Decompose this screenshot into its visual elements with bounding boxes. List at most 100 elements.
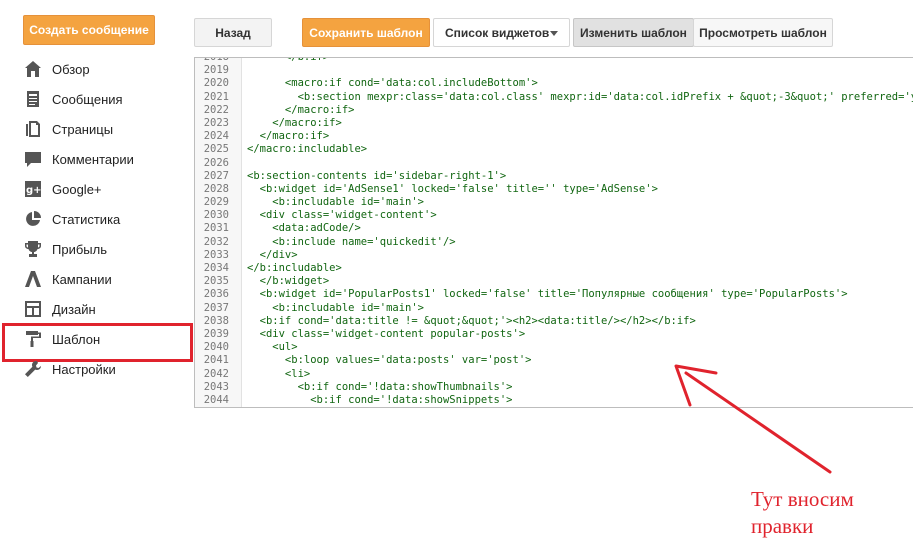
sidebar-item-overview[interactable]: Обзор	[0, 54, 190, 84]
template-code-editor[interactable]: 2018 </b:if> 2019 2020 <macro:if cond='dat…	[194, 57, 913, 408]
code-text: <div class='widget-content'>	[247, 209, 437, 222]
wrench-icon	[23, 359, 43, 379]
sidebar-item-stats[interactable]: Статистика	[0, 204, 190, 234]
code-text: <b:widget id='PopularPosts1' locked='fal…	[247, 288, 848, 301]
code-line: 2041 <b:loop values='data:posts' var='po…	[195, 354, 913, 367]
pages-icon	[23, 119, 43, 139]
code-text: <b:includable id='main'>	[247, 301, 425, 314]
save-template-button[interactable]: Сохранить шаблон	[302, 18, 430, 47]
line-number: 2022	[203, 103, 229, 116]
code-text: <ul>	[247, 341, 298, 354]
code-line: 2033 </div>	[195, 249, 913, 262]
line-number: 2036	[203, 288, 229, 301]
svg-text:g+: g+	[26, 185, 42, 196]
code-text: <b:if cond='data:title != &quot;&quot;'>…	[247, 314, 696, 327]
line-number: 2032	[203, 235, 229, 248]
line-number: 2042	[203, 367, 229, 380]
line-number: 2030	[203, 209, 229, 222]
code-area[interactable]: 2018 </b:if> 2019 2020 <macro:if cond='dat…	[195, 57, 913, 407]
code-text: </macro:includable>	[247, 143, 368, 156]
annotation-note: Тут вносим правки	[751, 486, 854, 540]
sidebar-item-label: Комментарии	[52, 151, 134, 167]
line-number: 2027	[203, 169, 229, 182]
code-line: 2032 <b:include name='quickedit'/>	[195, 236, 913, 249]
line-number: 2033	[203, 248, 229, 261]
code-line: 2026	[195, 157, 913, 170]
code-line: 2027 <b:section-contents id='sidebar-righ…	[195, 170, 913, 183]
code-line: 2018 </b:if>	[195, 57, 913, 64]
code-line: 2043 <b:if cond='!data:showThumbnails'>	[195, 381, 913, 394]
sidebar-item-google-plus[interactable]: g+ Google+	[0, 174, 190, 204]
chevron-down-icon	[550, 31, 558, 36]
stats-pie-icon	[23, 209, 43, 229]
home-icon	[23, 59, 43, 79]
line-number: 2023	[203, 116, 229, 129]
code-text: </macro:if>	[247, 103, 355, 116]
code-line: 2044 <b:if cond='!data:showSnippets'>	[195, 394, 913, 407]
code-text: <data:adCode/>	[247, 222, 361, 235]
code-text: <b:widget id='AdSense1' locked='false' t…	[247, 182, 658, 195]
sidebar-item-layout[interactable]: Дизайн	[0, 294, 190, 324]
line-number: 2044	[203, 393, 229, 406]
google-plus-icon: g+	[23, 179, 43, 199]
line-number: 2035	[203, 275, 229, 288]
edit-template-button[interactable]: Изменить шаблон	[573, 18, 694, 47]
trophy-icon	[23, 239, 43, 259]
annotation-line-1: Тут вносим	[751, 487, 854, 511]
code-text: <li>	[247, 367, 311, 380]
code-line: 2025 </macro:includable>	[195, 143, 913, 156]
code-text: </div>	[247, 248, 298, 261]
line-number: 2028	[203, 182, 229, 195]
code-line: 2024 </macro:if>	[195, 130, 913, 143]
line-number: 2037	[203, 301, 229, 314]
preview-template-button[interactable]: Просмотреть шаблон	[693, 18, 833, 47]
line-number: 2026	[203, 156, 229, 169]
line-number: 2040	[203, 341, 229, 354]
sidebar-item-label: Статистика	[52, 211, 121, 227]
sidebar-item-label: Кампании	[52, 271, 112, 287]
code-text: </macro:if>	[247, 130, 330, 143]
campaigns-icon	[23, 269, 43, 289]
sidebar-nav: Обзор Сообщения Страницы Комментарии g+ …	[0, 54, 193, 384]
sidebar-item-label: Страницы	[52, 121, 114, 137]
layout-icon	[23, 299, 43, 319]
line-number: 2025	[203, 143, 229, 156]
code-line: 2020 <macro:if cond='data:col.includeBot…	[195, 77, 913, 90]
code-line: 2029 <b:includable id='main'>	[195, 196, 913, 209]
sidebar-item-settings[interactable]: Настройки	[0, 354, 190, 384]
line-number: 2020	[203, 77, 229, 90]
code-text: <b:include name='quickedit'/>	[247, 235, 456, 248]
sidebar-item-posts[interactable]: Сообщения	[0, 84, 190, 114]
sidebar-item-earnings[interactable]: Прибыль	[0, 234, 190, 264]
code-text: </b:includable>	[247, 262, 342, 274]
sidebar-item-comments[interactable]: Комментарии	[0, 144, 190, 174]
code-line: 2030 <div class='widget-content'>	[195, 209, 913, 222]
line-number: 2043	[203, 380, 229, 393]
comments-icon	[23, 149, 43, 169]
line-number: 2019	[203, 64, 229, 77]
code-line: 2021 <b:section mexpr:class='data:col.cl…	[195, 91, 913, 104]
back-button[interactable]: Назад	[194, 18, 272, 47]
widget-list-label: Список виджетов	[445, 25, 550, 40]
sidebar-item-label: Сообщения	[52, 91, 123, 107]
sidebar-item-pages[interactable]: Страницы	[0, 114, 190, 144]
line-number: 2029	[203, 196, 229, 209]
code-text: </b:widget>	[247, 275, 330, 288]
code-text: </b:if>	[247, 57, 330, 63]
sidebar-item-label: Прибыль	[52, 241, 107, 257]
code-text: <b:section mexpr:class='data:col.class' …	[247, 90, 913, 103]
posts-icon	[23, 89, 43, 109]
code-line: 2022 </macro:if>	[195, 104, 913, 117]
sidebar-item-campaigns[interactable]: Кампании	[0, 264, 190, 294]
code-line: 2040 <ul>	[195, 341, 913, 354]
line-number: 2034	[203, 262, 229, 274]
code-line: 2019	[195, 64, 913, 77]
line-number: 2038	[203, 314, 229, 327]
sidebar-item-template[interactable]: Шаблон	[0, 323, 193, 362]
code-line: 2039 <div class='widget-content popular-…	[195, 328, 913, 341]
widget-list-dropdown[interactable]: Список виджетов	[433, 18, 570, 47]
code-text: <div class='widget-content popular-posts…	[247, 327, 526, 340]
create-post-button[interactable]: Создать сообщение	[23, 15, 155, 45]
line-number: 2041	[203, 354, 229, 367]
code-line: 2038 <b:if cond='data:title != &quot;&qu…	[195, 315, 913, 328]
